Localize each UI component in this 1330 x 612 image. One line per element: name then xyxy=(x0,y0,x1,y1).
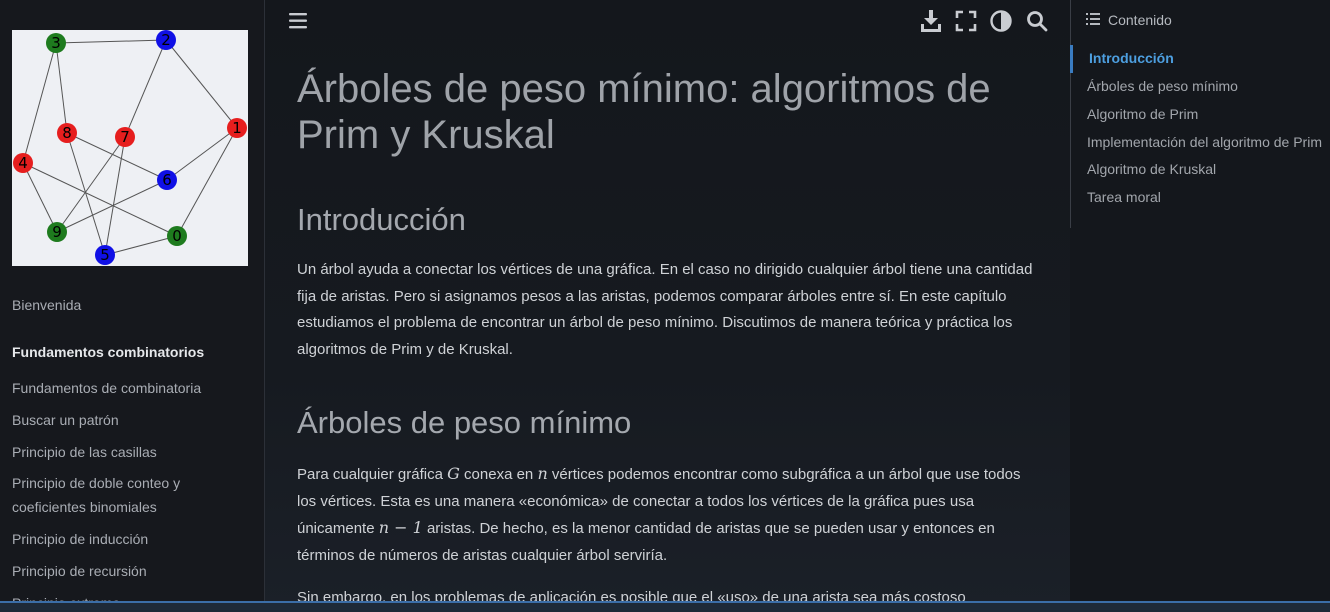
math-n: n xyxy=(537,464,548,483)
main-content: Árboles de peso mínimo: algoritmos de Pr… xyxy=(265,0,1070,612)
section-heading-introduccion: Introducción xyxy=(297,202,466,237)
fullscreen-icon[interactable] xyxy=(954,9,978,33)
intro-paragraph: Un árbol ayuda a conectar los vértices d… xyxy=(297,261,1033,358)
toc-divider xyxy=(1070,0,1071,228)
graph-node-label: 9 xyxy=(52,223,62,241)
graph-node-label: 8 xyxy=(62,124,72,142)
graph-nodes: 3 2 8 7 1 4 6 9 0 5 xyxy=(13,30,247,265)
toc-active-indicator xyxy=(1070,45,1073,73)
theme-toggle-icon[interactable] xyxy=(989,9,1013,33)
graph-logo-svg: 3 2 8 7 1 4 6 9 0 5 xyxy=(13,30,247,265)
graph-node-label: 4 xyxy=(18,154,28,172)
graph-node-label: 5 xyxy=(100,246,110,264)
math-n-minus-1: n − 1 xyxy=(378,518,423,537)
sidebar: 3 2 8 7 1 4 6 9 0 5 Bienvenida Fundamentos combina… xyxy=(0,0,265,612)
graph-node-label: 2 xyxy=(161,31,171,49)
sidebar-section-header: Fundamentos combinatorios xyxy=(12,344,205,360)
site-logo[interactable]: 3 2 8 7 1 4 6 9 0 5 xyxy=(12,30,248,266)
toc-title: Contenido xyxy=(1108,12,1172,28)
toc-item[interactable]: Tarea moral xyxy=(1087,189,1161,205)
graph-node-label: 0 xyxy=(172,227,182,245)
list-icon xyxy=(1086,12,1100,28)
sidebar-item[interactable]: Principio de las casillas xyxy=(12,440,252,464)
search-icon[interactable] xyxy=(1025,9,1049,33)
sidebar-item[interactable]: Principio de doble conteo y coeficientes… xyxy=(12,471,252,519)
math-G: G xyxy=(447,464,460,483)
graph-node-label: 7 xyxy=(120,128,130,146)
toc-item[interactable]: Algoritmo de Kruskal xyxy=(1087,161,1216,177)
sidebar-item[interactable]: Bienvenida xyxy=(12,293,252,317)
sidebar-item[interactable]: Principio de recursión xyxy=(12,559,252,583)
toc-item[interactable]: Árboles de peso mínimo xyxy=(1087,78,1238,94)
sidebar-item[interactable]: Fundamentos de combinatoria xyxy=(12,376,252,400)
toc-header: Contenido xyxy=(1086,12,1172,28)
section-heading-arboles: Árboles de peso mínimo xyxy=(297,405,632,440)
page-title: Árboles de peso mínimo: algoritmos de Pr… xyxy=(297,67,991,157)
arboles-paragraph: Para cualquier gráfica G conexa en n vér… xyxy=(297,464,1021,564)
graph-node-label: 3 xyxy=(51,34,61,52)
sidebar-item[interactable]: Principio de inducción xyxy=(12,527,252,551)
toc-item[interactable]: Implementación del algoritmo de Prim xyxy=(1087,134,1322,150)
sidebar-item[interactable]: Buscar un patrón xyxy=(12,408,252,432)
table-of-contents: Contenido Introducción Árboles de peso mí… xyxy=(1070,0,1330,612)
menu-icon[interactable] xyxy=(286,9,310,33)
graph-node-label: 1 xyxy=(232,119,242,137)
download-icon[interactable] xyxy=(919,9,943,33)
toc-item[interactable]: Algoritmo de Prim xyxy=(1087,106,1198,122)
bottom-strip xyxy=(0,603,1330,612)
toc-item[interactable]: Introducción xyxy=(1089,50,1174,66)
graph-node-label: 6 xyxy=(162,171,172,189)
